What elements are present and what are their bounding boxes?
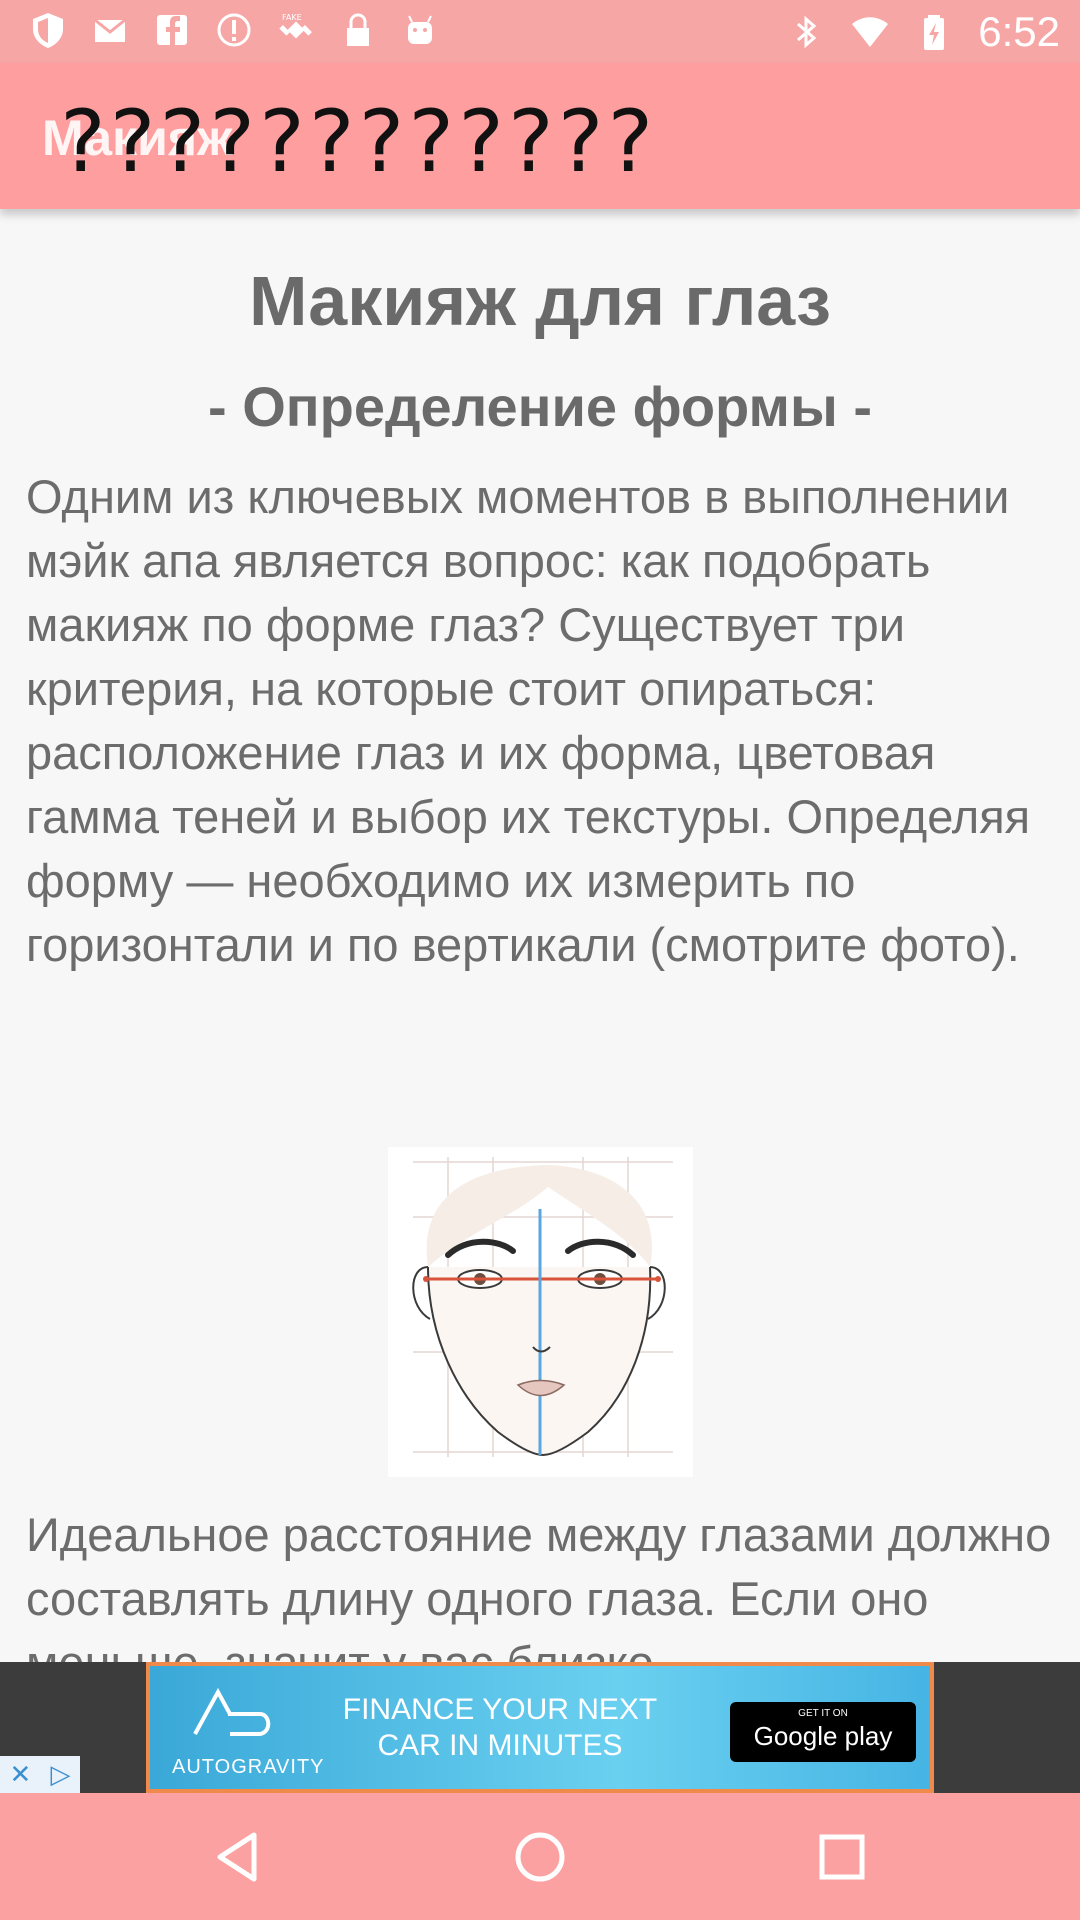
app-title-overlay: ???????????? (56, 92, 655, 192)
navigation-bar (0, 1793, 1080, 1920)
status-bar-right: 6:52 (786, 8, 1060, 56)
article-scroll-view[interactable]: Макияж для глаз - Определение формы - Од… (0, 209, 1080, 1662)
status-bar-left-icons: FAKE (28, 10, 440, 50)
status-bar: FAKE 6:52 (0, 0, 1080, 63)
shield-icon (33, 13, 63, 48)
ad-bar: AUTOGRAVITY FINANCE YOUR NEXT CAR IN MIN… (0, 1662, 1080, 1793)
battery-icon (924, 15, 945, 50)
home-icon[interactable] (508, 1825, 572, 1889)
ad-close-icon[interactable]: ✕ (10, 1760, 32, 1790)
mail-icon (94, 18, 126, 42)
wifi-icon (852, 17, 889, 47)
bluetooth-icon (797, 15, 817, 49)
ad-logo-text: AUTOGRAVITY (172, 1756, 325, 1778)
facebook-icon (157, 15, 187, 45)
fake-gps-icon: FAKE (279, 13, 312, 39)
article-paragraph-1: Одним из ключевых моментов в выполнении … (26, 470, 1031, 971)
face-measurement-image (388, 1147, 693, 1477)
ad-choices[interactable]: ✕ ▷ (0, 1756, 80, 1793)
ad-banner[interactable]: AUTOGRAVITY FINANCE YOUR NEXT CAR IN MIN… (146, 1662, 934, 1793)
android-icon (408, 15, 432, 44)
back-icon[interactable] (206, 1825, 270, 1889)
ad-headline: FINANCE YOUR NEXT CAR IN MINUTES (342, 1693, 658, 1762)
article-paragraph-2: Идеальное расстояние между глазами должн… (26, 1508, 1052, 1662)
article-subheading: - Определение формы - (208, 375, 872, 438)
autogravity-logo-icon (193, 1687, 271, 1736)
clock: 6:52 (978, 8, 1060, 55)
info-icon (217, 13, 251, 47)
google-play-badge[interactable]: GET IT ON Google play (730, 1702, 916, 1762)
lock-icon (347, 13, 369, 46)
badge-big-text: Google play (753, 1721, 893, 1751)
adchoices-icon[interactable]: ▷ (50, 1760, 70, 1790)
svg-text:FAKE: FAKE (282, 13, 302, 22)
app-toolbar: Макияж ???????????? (0, 63, 1080, 209)
article-heading: Макияж для глаз (249, 262, 831, 340)
recents-icon[interactable] (810, 1825, 874, 1889)
badge-small-text: GET IT ON (798, 1708, 848, 1719)
